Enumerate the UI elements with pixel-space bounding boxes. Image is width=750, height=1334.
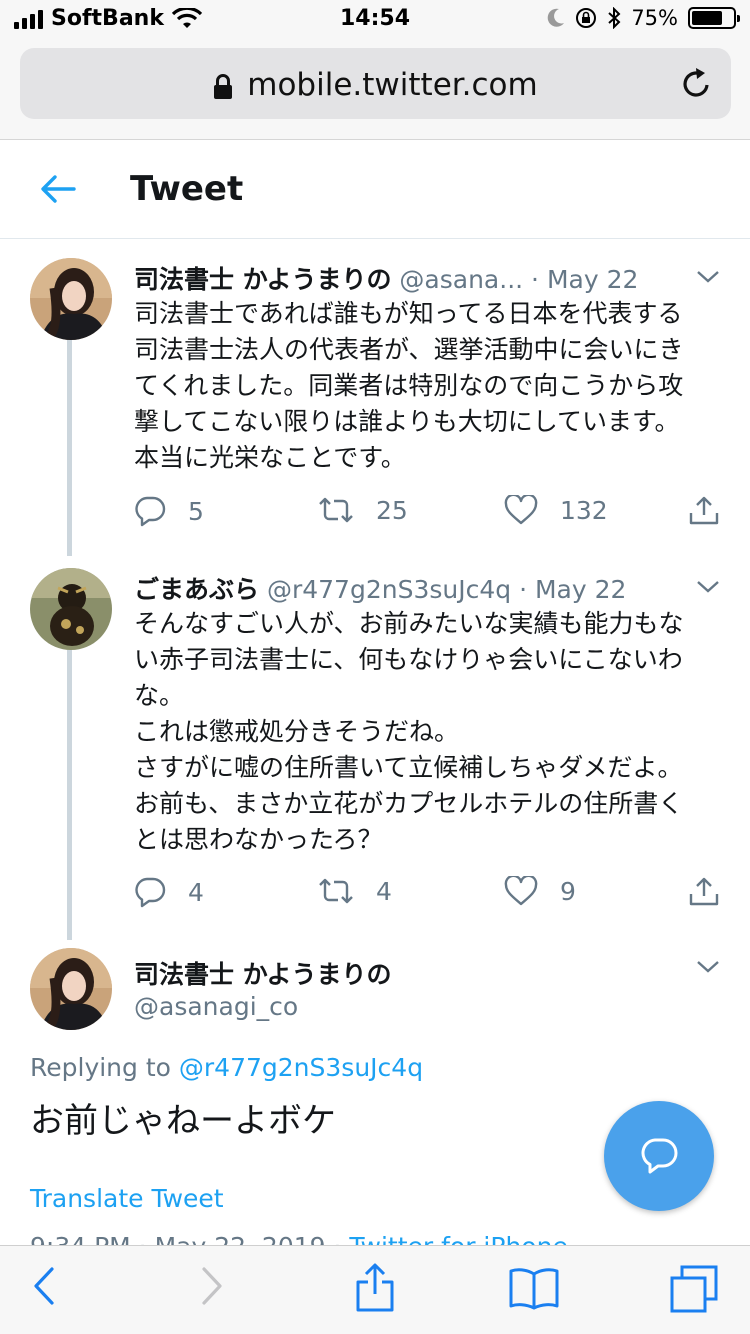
tabs-icon[interactable] — [668, 1264, 720, 1314]
thread-line — [67, 650, 72, 940]
reload-icon[interactable] — [681, 66, 713, 100]
tweet-date[interactable]: · May 22 — [519, 575, 626, 604]
battery-icon — [688, 7, 740, 29]
bluetooth-icon — [608, 7, 621, 29]
reply-button[interactable]: 4 — [134, 876, 204, 908]
url-text: mobile.twitter.com — [247, 67, 538, 103]
compose-reply-button[interactable] — [604, 1101, 714, 1211]
reply-icon — [135, 877, 166, 908]
browser-toolbar — [0, 1245, 750, 1334]
browser-address-area: mobile.twitter.com — [0, 40, 750, 140]
bookmarks-icon[interactable] — [508, 1266, 560, 1310]
tweet-text: 司法書士であれば誰もが知ってる日本を代表する 司法書士法人の代表者が、選挙活動中… — [134, 299, 684, 472]
share-icon — [689, 496, 719, 525]
battery-percent: 75% — [631, 6, 678, 30]
avatar[interactable] — [30, 568, 112, 650]
lock-icon — [214, 73, 233, 99]
like-count: 132 — [560, 495, 608, 525]
like-button[interactable]: 9 — [504, 876, 576, 906]
retweet-icon — [319, 497, 353, 523]
author-name[interactable]: 司法書士 かようまりの — [134, 955, 391, 991]
page-title: Tweet — [130, 169, 244, 209]
retweet-count: 4 — [376, 876, 392, 906]
share-icon — [689, 877, 719, 906]
avatar[interactable] — [30, 948, 112, 1030]
tweet-actions: 5 25 132 — [134, 495, 724, 531]
rotation-lock-icon — [576, 8, 597, 28]
heart-icon — [504, 876, 538, 906]
battery-fill — [692, 11, 722, 25]
moon-icon — [548, 8, 565, 27]
share-button[interactable] — [688, 495, 720, 527]
tweet-item[interactable]: ごまあぶら @r477g2nS3suJc4q · May 22 そんなすごい人が… — [0, 568, 750, 940]
chevron-down-icon[interactable] — [696, 960, 720, 974]
back-arrow-icon[interactable] — [38, 171, 78, 207]
author-handle[interactable]: @asana... — [399, 265, 523, 294]
share-button[interactable] — [688, 876, 720, 908]
browser-back-icon[interactable] — [32, 1266, 56, 1306]
replying-to: Replying to @r477g2nS3suJc4q — [30, 1053, 423, 1082]
tweet-header: 司法書士 かようまりの @asana... · May 22 — [134, 260, 694, 296]
heart-icon — [504, 495, 538, 525]
chevron-down-icon[interactable] — [696, 580, 720, 594]
author-name[interactable]: 司法書士 かようまりの — [134, 265, 391, 294]
tweet-text: そんなすごい人が、お前みたいな実績も能力もな い赤子司法書士に、何もなけりゃ会い… — [134, 609, 684, 854]
reply-count: 5 — [188, 496, 204, 526]
tweet-item[interactable]: 司法書士 かようまりの @asana... · May 22 司法書士であれば誰… — [0, 258, 750, 558]
tweet-date[interactable]: · May 22 — [531, 265, 638, 294]
author-name[interactable]: ごまあぶら — [134, 575, 259, 604]
reply-button[interactable]: 5 — [134, 495, 204, 527]
status-right: 75% — [547, 6, 740, 30]
address-text-wrap: mobile.twitter.com — [20, 67, 731, 103]
reply-count: 4 — [188, 877, 204, 907]
replying-label: Replying to — [30, 1053, 171, 1082]
replying-mention-link[interactable]: @r477g2nS3suJc4q — [179, 1053, 423, 1082]
author-handle[interactable]: @r477g2nS3suJc4q — [267, 575, 511, 604]
tweet-header: ごまあぶら @r477g2nS3suJc4q · May 22 — [134, 570, 694, 606]
reply-icon — [135, 496, 166, 527]
retweet-icon — [319, 878, 353, 904]
browser-forward-icon[interactable] — [200, 1266, 224, 1306]
browser-share-icon[interactable] — [354, 1262, 396, 1312]
retweet-button[interactable]: 4 — [318, 876, 392, 906]
author-handle[interactable]: @asanagi_co — [134, 992, 298, 1021]
retweet-count: 25 — [376, 495, 408, 525]
translate-tweet-link[interactable]: Translate Tweet — [30, 1184, 224, 1213]
status-bar: SoftBank 14:54 75% — [0, 0, 750, 40]
main-tweet-text: お前じゃねーよボケ — [30, 1101, 336, 1141]
retweet-button[interactable]: 25 — [318, 495, 408, 525]
page-header: Tweet — [0, 141, 750, 239]
compose-reply-icon — [641, 1138, 678, 1174]
thread-line — [67, 340, 72, 556]
like-button[interactable]: 132 — [504, 495, 608, 525]
tweet-actions: 4 4 9 — [134, 876, 724, 912]
chevron-down-icon[interactable] — [696, 270, 720, 284]
avatar[interactable] — [30, 258, 112, 340]
address-bar[interactable]: mobile.twitter.com — [20, 48, 731, 119]
like-count: 9 — [560, 876, 576, 906]
